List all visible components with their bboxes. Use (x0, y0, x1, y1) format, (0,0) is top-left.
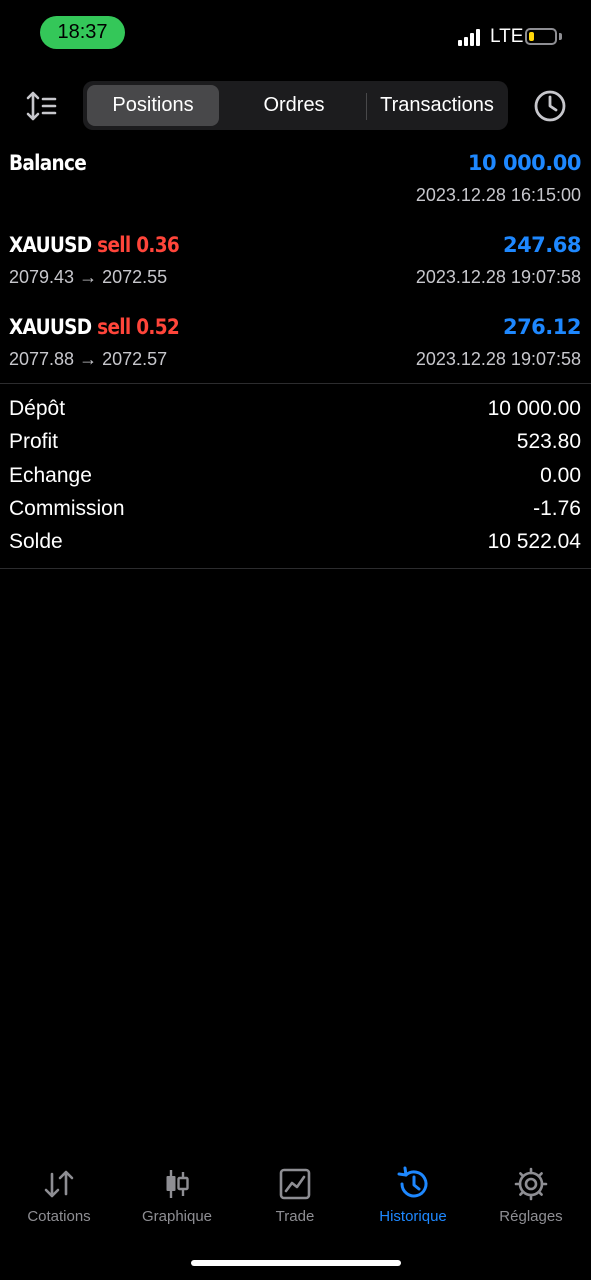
sort-icon[interactable] (22, 88, 62, 124)
signal-icon (458, 28, 484, 46)
candlestick-icon (166, 1170, 189, 1198)
summary-row-depot: Dépôt 10 000.00 (0, 397, 591, 430)
summary-row-solde: Solde 10 522.04 (0, 530, 591, 563)
balance-datetime: 2023.12.28 16:15:00 (415, 185, 581, 205)
balance-value: 10 000.00 (467, 151, 582, 175)
tab-graphique[interactable]: Graphique (118, 1160, 236, 1230)
deal-prices: 2079.43 → 2072.55 (9, 267, 168, 287)
summary-label: Echange (9, 464, 92, 487)
bottom-tab-bar: Cotations Graphique Trade Historique Rég… (0, 1160, 591, 1230)
summary-row-profit: Profit 523.80 (0, 430, 591, 463)
deal-symbol: XAUUSD (9, 315, 92, 339)
tab-reglages[interactable]: Réglages (472, 1160, 590, 1230)
summary-row-commission: Commission -1.76 (0, 497, 591, 530)
deal-side-volume: sell 0.52 (97, 315, 180, 339)
tab-transactions[interactable]: Transactions (369, 85, 505, 126)
balance-label: Balance (9, 151, 87, 175)
summary-value: 523.80 (516, 430, 581, 453)
tab-label: Graphique (141, 1208, 213, 1225)
tab-label: Réglages (499, 1208, 563, 1225)
status-time: 18:37 (40, 16, 125, 49)
tab-positions[interactable]: Positions (87, 85, 219, 126)
tab-cotations[interactable]: Cotations (0, 1160, 118, 1230)
deal-datetime: 2023.12.28 19:07:58 (415, 349, 581, 369)
segmented-control: Positions Ordres Transactions (83, 81, 508, 130)
chart-line-icon (279, 1168, 311, 1200)
balance-row[interactable]: Balance 10 000.00 2023.12.28 16:15:00 (0, 148, 591, 212)
history-toolbar: Positions Ordres Transactions (0, 80, 591, 132)
tab-label: Historique (379, 1208, 447, 1225)
deal-row[interactable]: XAUUSD sell 0.52 276.12 2077.88 → 2072.5… (0, 312, 591, 376)
deal-prices: 2077.88 → 2072.57 (9, 349, 168, 369)
segment-divider (366, 93, 367, 120)
gear-icon (514, 1167, 548, 1201)
arrows-updown-icon (44, 1170, 74, 1198)
divider (0, 568, 591, 569)
tab-historique[interactable]: Historique (354, 1160, 472, 1230)
history-screen: 18:37 LTE Positions Ordres Transactions … (0, 0, 591, 1280)
tab-trade[interactable]: Trade (236, 1160, 354, 1230)
summary-label: Commission (9, 497, 125, 520)
summary-value: 0.00 (540, 464, 581, 487)
divider (0, 383, 591, 384)
battery-icon (525, 28, 557, 45)
deal-title: XAUUSD sell 0.36 (9, 233, 180, 257)
tab-ordres[interactable]: Ordres (223, 85, 365, 126)
tab-label: Cotations (27, 1208, 91, 1225)
deal-profit: 276.12 (502, 315, 582, 339)
network-type: LTE (490, 26, 524, 47)
clock-icon[interactable] (532, 88, 568, 124)
deal-datetime: 2023.12.28 19:07:58 (415, 267, 581, 287)
deal-profit: 247.68 (502, 233, 582, 257)
deal-side-volume: sell 0.36 (97, 233, 180, 257)
summary-label: Solde (9, 530, 63, 553)
deal-symbol: XAUUSD (9, 233, 92, 257)
summary-value: 10 522.04 (487, 530, 581, 553)
summary-row-echange: Echange 0.00 (0, 464, 591, 497)
deal-row[interactable]: XAUUSD sell 0.36 247.68 2079.43 → 2072.5… (0, 230, 591, 294)
summary-value: 10 000.00 (487, 397, 581, 420)
status-bar: 18:37 LTE (0, 0, 591, 62)
deal-title: XAUUSD sell 0.52 (9, 315, 180, 339)
summary-value: -1.76 (533, 497, 581, 520)
summary-label: Dépôt (9, 397, 66, 420)
tab-label: Trade (275, 1208, 315, 1225)
battery-cap (559, 33, 562, 40)
history-icon (397, 1166, 428, 1198)
home-indicator[interactable] (191, 1260, 401, 1266)
summary-label: Profit (9, 430, 59, 453)
